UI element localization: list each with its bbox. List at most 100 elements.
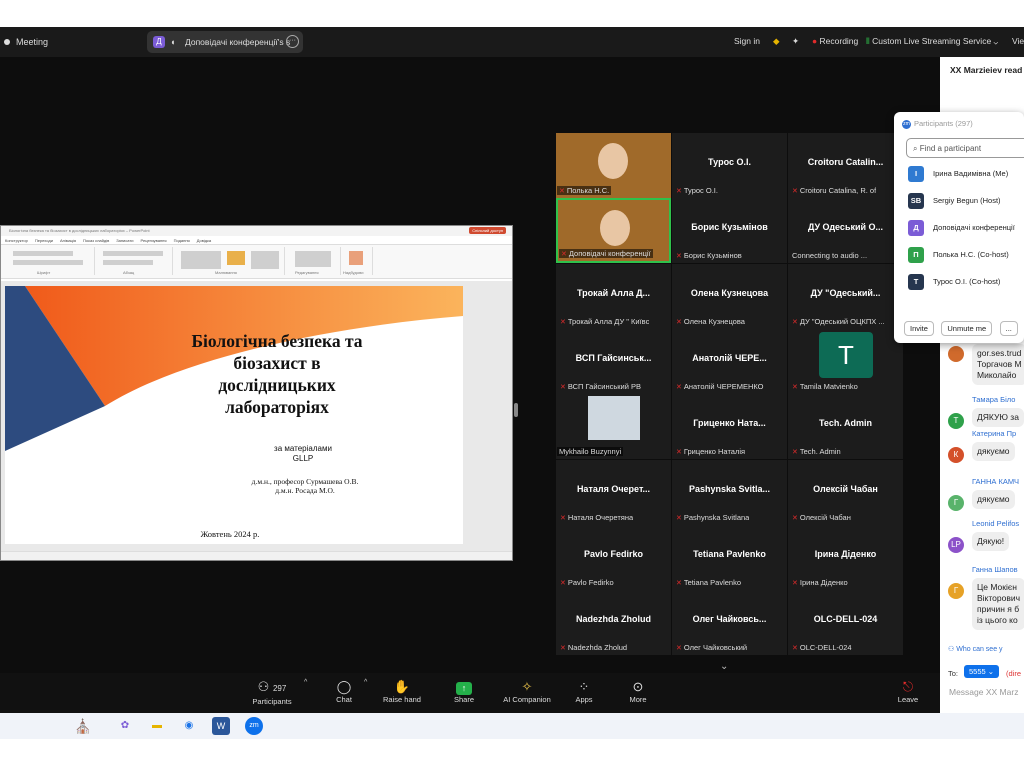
participant-actions: Invite Unmute me ... <box>904 318 1021 336</box>
participant-avatar: SB <box>908 193 924 209</box>
participant-tile[interactable]: Наталя Очерет... ✕ Наталя Очеретяна <box>556 459 671 525</box>
ai-companion-button[interactable]: ✧ AI Companion <box>497 679 557 704</box>
participant-label: ✕ Турос О.І. <box>676 186 718 195</box>
chat-input[interactable]: Message XX Marz <box>949 687 1018 697</box>
more-icon[interactable]: ··· <box>286 35 299 48</box>
participant-name: Полька Н.С. (Co-host) <box>933 250 1009 259</box>
chevron-down-icon[interactable]: ⌄ <box>720 661 728 672</box>
participant-label: Mykhailo Buzynnyi <box>557 447 624 457</box>
zoom-icon[interactable]: zm <box>245 717 263 735</box>
leave-button[interactable]: ⎋ Leave <box>878 679 938 704</box>
shield-icon[interactable]: ◆ <box>773 36 780 47</box>
participant-label-text: Nadezhda Zholud <box>567 643 628 653</box>
share-button[interactable]: ↑ Share <box>434 679 494 704</box>
participant-label-text: Croitoru Catalina, R. of <box>799 186 877 195</box>
participant-tile[interactable]: Tetiana Pavlenko ✕ Tetiana Pavlenko <box>672 524 787 590</box>
muted-mic-icon: ✕ <box>792 449 798 457</box>
copilot-icon[interactable]: ✿ <box>116 717 134 735</box>
split-drag-handle[interactable] <box>514 403 518 417</box>
unmute-me-button[interactable]: Unmute me <box>941 321 993 336</box>
apps-button[interactable]: ⁘ Apps <box>554 679 614 704</box>
participant-name: Pavlo Fedirko <box>583 548 644 559</box>
apps-icon: ⁘ <box>578 679 590 694</box>
raise-hand-button[interactable]: ✋ Raise hand <box>372 679 432 704</box>
chevron-up-icon[interactable]: ^ <box>304 679 307 686</box>
chat-text: gor.ses.trud <box>977 348 1022 358</box>
participant-name: Трокай Алла Д... <box>576 287 651 298</box>
live-stream-menu[interactable]: ⦀ Custom Live Streaming Service ⌄ <box>866 36 998 47</box>
participants-button[interactable]: ⚇ 297 Participants <box>242 679 302 706</box>
participant-tile[interactable]: ДУ Одеський О... Connecting to audio ... <box>788 198 903 264</box>
participant-tile[interactable]: ✕ Полька Н.С. <box>556 133 671 198</box>
participant-tile[interactable]: Олег Чайковсь... ✕ Олег Чайковський <box>672 590 787 656</box>
meeting-info-pill[interactable]: Д ◖ Доповідачі конференції's s ··· <box>147 31 303 53</box>
chat-avatar: Г <box>948 583 964 599</box>
participant-row[interactable]: І Ірина Вадимівна (Me) <box>908 165 1024 183</box>
screen-top-margin <box>0 0 1024 27</box>
participant-tile[interactable]: Nadezhda Zholud ✕ Nadezhda Zholud <box>556 590 671 656</box>
app-title: Meeting <box>4 37 48 47</box>
participant-search-input[interactable]: ⌕ Find a participant <box>906 138 1024 158</box>
view-menu[interactable]: Vie <box>1012 36 1024 46</box>
participant-row[interactable]: SB Sergiy Begun (Host) <box>908 192 1024 210</box>
participant-tile[interactable]: Анатолій ЧЕРЕ... ✕ Анатолій ЧЕРЕМЕНКО <box>672 328 787 394</box>
zoom-window: Meeting Д ◖ Доповідачі конференції's s ·… <box>0 27 1024 713</box>
participant-tile[interactable]: Ірина Діденко ✕ Ірина Діденко <box>788 524 903 590</box>
more-button[interactable]: ⊙ More <box>608 679 668 704</box>
muted-mic-icon: ✕ <box>792 645 798 653</box>
ppt-ribbon: Шрифт Абзац Малювання Редагування Надбуд… <box>1 245 512 279</box>
chat-bubble: ДЯКУЮ за <box>972 408 1024 427</box>
chevron-down-icon: ⌄ <box>993 36 999 46</box>
slide-date: Жовтень 2024 р. <box>200 529 260 539</box>
participant-tile[interactable]: OLC-DELL-024 ✕ OLC-DELL-024 <box>788 590 903 656</box>
muted-mic-icon: ✕ <box>676 253 682 261</box>
signal-icon: ⦀ <box>866 36 870 46</box>
participant-label: ✕ Анатолій ЧЕРЕМЕНКО <box>676 382 764 391</box>
participant-name: Sergiy Begun (Host) <box>933 196 1001 205</box>
participant-tile[interactable]: Pavlo Fedirko ✕ Pavlo Fedirko <box>556 524 671 590</box>
muted-mic-icon: ✕ <box>676 449 682 457</box>
chat-bubble: дякуємо <box>972 490 1015 509</box>
chevron-up-icon[interactable]: ^ <box>364 679 367 686</box>
participant-label: ✕ Наталя Очеретяна <box>560 513 633 522</box>
chat-avatar: Г <box>948 495 964 511</box>
participant-tile[interactable]: Tech. Admin ✕ Tech. Admin <box>788 394 903 460</box>
participant-tile[interactable]: Pashynska Svitla... ✕ Pashynska Svitlana <box>672 459 787 525</box>
recipient-note: (dire <box>1006 669 1022 678</box>
chat-author: Катерина Пр <box>972 429 1017 438</box>
church-widget-icon[interactable]: ⛪ <box>64 717 102 735</box>
sign-in-link[interactable]: Sign in <box>734 36 760 46</box>
participant-tile[interactable]: ДУ "Одеський... ✕ ДУ "Одеський ОЦКПХ ... <box>788 263 903 329</box>
participant-tile[interactable]: Олексій Чабан ✕ Олексій Чабан <box>788 459 903 525</box>
participant-label: ✕ Гриценко Наталія <box>676 447 745 456</box>
participant-tile[interactable]: Croitoru Catalin... ✕ Croitoru Catalina, R… <box>788 133 903 198</box>
chat-header: XX Marzieiev read <box>950 65 1023 75</box>
participant-avatar: T <box>819 331 873 378</box>
participant-name: ДУ "Одеський... <box>810 287 881 298</box>
recording-indicator[interactable]: ● Recording <box>812 36 858 46</box>
participant-tile[interactable]: Борис Кузьмінов ✕ Борис Кузьмінов <box>672 198 787 264</box>
participant-row[interactable]: П Полька Н.С. (Co-host) <box>908 246 1024 264</box>
participant-row[interactable]: Т Турос О.І. (Co-host) <box>908 273 1024 291</box>
participant-label-text: Трокай Алла ДУ " Київс <box>567 316 650 326</box>
word-icon[interactable]: W <box>212 717 230 735</box>
participant-tile[interactable]: Mykhailo Buzynnyi <box>556 394 671 460</box>
participant-tile[interactable]: Турос О.І. ✕ Турос О.І. <box>672 133 787 198</box>
participant-label: ✕ Олексій Чабан <box>792 513 851 522</box>
participant-tile[interactable]: Трокай Алла Д... ✕ Трокай Алла ДУ " Київс <box>556 263 671 329</box>
sparkle-icon[interactable]: ✦ <box>792 36 799 47</box>
muted-mic-icon: ✕ <box>792 383 798 391</box>
participant-tile[interactable]: ✕ Доповідачі конференції <box>556 198 671 264</box>
participant-row[interactable]: Д Доповідачі конференції <box>908 219 1024 237</box>
participant-tile[interactable]: Гриценко Ната... ✕ Гриценко Наталія <box>672 394 787 460</box>
shared-screen: Біологічна безпека та біозахист в дослід… <box>0 225 513 561</box>
participant-tile[interactable]: ВСП Гайсинськ... ✕ ВСП Гайсинський РВ <box>556 328 671 394</box>
recipient-select[interactable]: 5555 ⌄ <box>964 665 1000 678</box>
more-options-button[interactable]: ... <box>999 321 1018 336</box>
invite-button[interactable]: Invite <box>904 321 934 336</box>
chrome-icon[interactable]: ◉ <box>180 717 198 735</box>
participant-tile[interactable]: Олена Кузнецова ✕ Олена Кузнецова <box>672 263 787 329</box>
participant-label-text: Анатолій ЧЕРЕМЕНКО <box>683 381 764 391</box>
who-can-see-link[interactable]: ⚇ Who can see y <box>948 645 1003 653</box>
file-explorer-icon[interactable]: ▬ <box>148 717 166 735</box>
